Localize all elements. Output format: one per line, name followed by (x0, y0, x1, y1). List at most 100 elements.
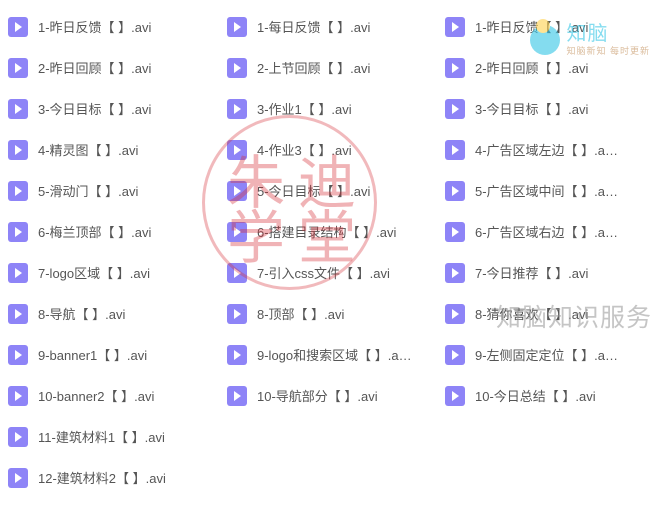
file-item[interactable]: 8-猜你喜欢【 】.avi (443, 293, 659, 334)
file-item[interactable]: 7-今日推荐【 】.avi (443, 252, 659, 293)
video-file-icon (445, 17, 465, 37)
file-item[interactable]: 8-导航【 】.avi (6, 293, 225, 334)
file-label: 9-banner1【 】.avi (38, 345, 147, 364)
file-label: 6-广告区域右边【 】.a… (475, 222, 618, 241)
video-file-icon (445, 304, 465, 324)
video-file-icon (445, 181, 465, 201)
file-item[interactable]: 7-引入css文件【 】.avi (225, 252, 443, 293)
file-item[interactable]: 4-精灵图【 】.avi (6, 129, 225, 170)
file-label: 1-昨日反馈【 】.avi (475, 17, 588, 36)
file-label: 9-左侧固定定位【 】.a… (475, 345, 618, 364)
file-item[interactable]: 6-广告区域右边【 】.a… (443, 211, 659, 252)
file-item[interactable]: 6-搭建目录结构【 】.avi (225, 211, 443, 252)
file-column-2: 1-每日反馈【 】.avi 2-上节回顾【 】.avi 3-作业1【 】.avi 4-… (225, 6, 443, 505)
video-file-icon (227, 99, 247, 119)
file-item[interactable]: 1-每日反馈【 】.avi (225, 6, 443, 47)
file-item[interactable]: 7-logo区域【 】.avi (6, 252, 225, 293)
file-label: 8-导航【 】.avi (38, 304, 125, 323)
file-item[interactable]: 5-广告区域中间【 】.a… (443, 170, 659, 211)
video-file-icon (8, 345, 28, 365)
file-item[interactable]: 9-左侧固定定位【 】.a… (443, 334, 659, 375)
file-label: 11-建筑材料1【 】.avi (38, 427, 165, 446)
file-label: 1-昨日反馈【 】.avi (38, 17, 151, 36)
video-file-icon (227, 386, 247, 406)
file-label: 6-梅兰顶部【 】.avi (38, 222, 151, 241)
video-file-icon (227, 263, 247, 283)
video-file-icon (445, 58, 465, 78)
file-item[interactable]: 1-昨日反馈【 】.avi (443, 6, 659, 47)
file-item[interactable]: 4-作业3【 】.avi (225, 129, 443, 170)
file-item[interactable]: 4-广告区域左边【 】.a… (443, 129, 659, 170)
video-file-icon (8, 386, 28, 406)
video-file-icon (227, 304, 247, 324)
file-label: 4-精灵图【 】.avi (38, 140, 138, 159)
file-label: 7-今日推荐【 】.avi (475, 263, 588, 282)
video-file-icon (445, 99, 465, 119)
video-file-icon (227, 140, 247, 160)
video-file-icon (8, 58, 28, 78)
video-file-icon (8, 99, 28, 119)
file-label: 12-建筑材料2【 】.avi (38, 468, 166, 487)
video-file-icon (445, 345, 465, 365)
file-item[interactable]: 2-昨日回顾【 】.avi (443, 47, 659, 88)
file-label: 8-顶部【 】.avi (257, 304, 344, 323)
file-label: 10-今日总结【 】.avi (475, 386, 596, 405)
file-item[interactable]: 5-今日目标【 】.avi (225, 170, 443, 211)
video-file-icon (227, 181, 247, 201)
file-columns: 1-昨日反馈【 】.avi 2-昨日回顾【 】.avi 3-今日目标【 】.avi 4… (0, 0, 660, 505)
file-item[interactable]: 1-昨日反馈【 】.avi (6, 6, 225, 47)
file-label: 4-广告区域左边【 】.a… (475, 140, 618, 159)
file-item[interactable]: 3-作业1【 】.avi (225, 88, 443, 129)
file-label: 10-banner2【 】.avi (38, 386, 154, 405)
file-label: 5-广告区域中间【 】.a… (475, 181, 618, 200)
file-label: 7-引入css文件【 】.avi (257, 263, 390, 282)
file-item[interactable]: 3-今日目标【 】.avi (443, 88, 659, 129)
video-file-icon (227, 17, 247, 37)
file-label: 3-今日目标【 】.avi (475, 99, 588, 118)
file-item[interactable]: 10-今日总结【 】.avi (443, 375, 659, 416)
file-label: 7-logo区域【 】.avi (38, 263, 150, 282)
file-label: 10-导航部分【 】.avi (257, 386, 378, 405)
file-label: 3-作业1【 】.avi (257, 99, 352, 118)
file-label: 3-今日目标【 】.avi (38, 99, 151, 118)
file-item[interactable]: 2-昨日回顾【 】.avi (6, 47, 225, 88)
video-file-icon (8, 427, 28, 447)
file-item[interactable]: 10-导航部分【 】.avi (225, 375, 443, 416)
file-item[interactable]: 12-建筑材料2【 】.avi (6, 457, 225, 498)
file-column-1: 1-昨日反馈【 】.avi 2-昨日回顾【 】.avi 3-今日目标【 】.avi 4… (0, 6, 225, 505)
video-file-icon (227, 345, 247, 365)
video-file-icon (8, 17, 28, 37)
file-item[interactable]: 5-滑动门【 】.avi (6, 170, 225, 211)
file-label: 5-滑动门【 】.avi (38, 181, 138, 200)
video-file-icon (8, 140, 28, 160)
video-file-icon (8, 181, 28, 201)
file-item[interactable]: 10-banner2【 】.avi (6, 375, 225, 416)
file-label: 4-作业3【 】.avi (257, 140, 352, 159)
file-item[interactable]: 6-梅兰顶部【 】.avi (6, 211, 225, 252)
file-item[interactable]: 9-banner1【 】.avi (6, 334, 225, 375)
video-file-icon (445, 222, 465, 242)
file-label: 8-猜你喜欢【 】.avi (475, 304, 588, 323)
video-file-icon (227, 58, 247, 78)
video-file-icon (445, 263, 465, 283)
video-file-icon (8, 263, 28, 283)
file-item[interactable]: 3-今日目标【 】.avi (6, 88, 225, 129)
file-label: 5-今日目标【 】.avi (257, 181, 370, 200)
file-column-3: 1-昨日反馈【 】.avi 2-昨日回顾【 】.avi 3-今日目标【 】.avi 4… (443, 6, 659, 505)
file-item[interactable]: 9-logo和搜索区域【 】.a… (225, 334, 443, 375)
file-label: 2-昨日回顾【 】.avi (38, 58, 151, 77)
video-file-icon (445, 386, 465, 406)
video-file-icon (8, 222, 28, 242)
file-item[interactable]: 8-顶部【 】.avi (225, 293, 443, 334)
file-item[interactable]: 2-上节回顾【 】.avi (225, 47, 443, 88)
file-label: 9-logo和搜索区域【 】.a… (257, 345, 412, 364)
file-label: 2-昨日回顾【 】.avi (475, 58, 588, 77)
video-file-icon (8, 304, 28, 324)
file-label: 1-每日反馈【 】.avi (257, 17, 370, 36)
file-label: 6-搭建目录结构【 】.avi (257, 222, 396, 241)
file-item[interactable]: 11-建筑材料1【 】.avi (6, 416, 225, 457)
video-file-icon (8, 468, 28, 488)
video-file-icon (227, 222, 247, 242)
video-file-icon (445, 140, 465, 160)
file-label: 2-上节回顾【 】.avi (257, 58, 370, 77)
